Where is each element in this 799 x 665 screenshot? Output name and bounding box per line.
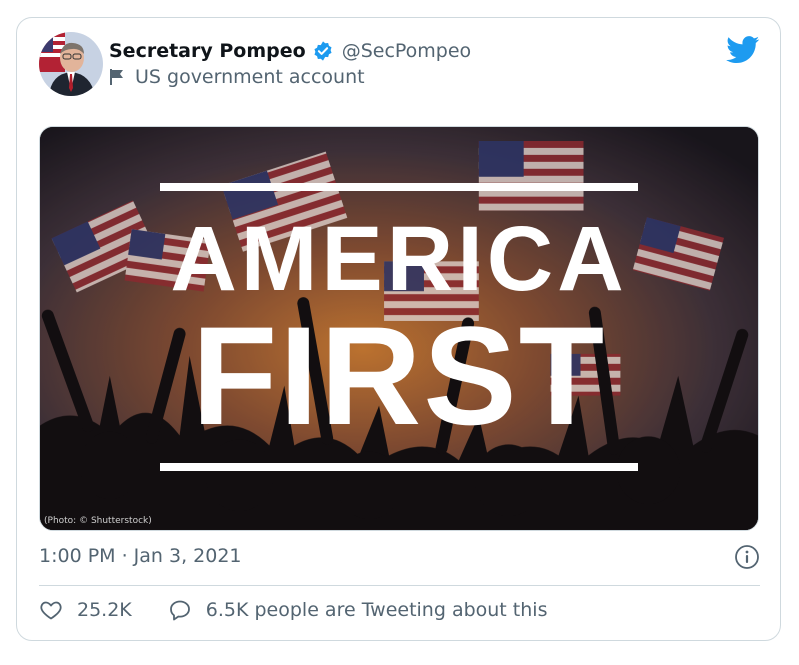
flag-icon — [109, 68, 125, 86]
author-display-name[interactable]: Secretary Pompeo — [109, 40, 306, 62]
tweet-media-image[interactable]: AMERICA FIRST (Photo: © Shutterstock) — [39, 126, 759, 531]
author-row[interactable]: Secretary Pompeo @SecPompeo — [109, 40, 471, 62]
tweet-actions: 25.2K 6.5K people are Tweeting about thi… — [39, 598, 547, 622]
like-button[interactable]: 25.2K — [39, 598, 168, 622]
twitter-bird-icon[interactable] — [726, 36, 760, 64]
media-headline-line2: FIRST — [191, 297, 607, 454]
account-label[interactable]: US government account — [109, 66, 365, 88]
author-handle[interactable]: @SecPompeo — [342, 40, 471, 62]
engagement-link[interactable]: 6.5K people are Tweeting about this — [168, 598, 548, 622]
engagement-text[interactable]: 6.5K people are Tweeting about this — [206, 599, 548, 621]
tweet-timestamp[interactable]: 1:00 PM · Jan 3, 2021 — [39, 545, 242, 567]
avatar[interactable] — [39, 32, 103, 96]
like-count: 25.2K — [77, 599, 132, 621]
info-icon[interactable] — [734, 544, 760, 570]
tweet-card[interactable]: Secretary Pompeo @SecPompeo US governmen… — [16, 17, 781, 641]
headline-top-rule — [160, 183, 638, 191]
divider — [39, 585, 760, 586]
heart-icon — [40, 601, 62, 620]
verified-badge-icon — [312, 40, 334, 62]
photo-credit: (Photo: © Shutterstock) — [44, 516, 152, 526]
account-label-text[interactable]: US government account — [135, 66, 365, 88]
speech-bubble-icon — [169, 600, 190, 621]
headline-bottom-rule — [160, 463, 638, 471]
media-headline-line1: AMERICA — [170, 208, 628, 310]
